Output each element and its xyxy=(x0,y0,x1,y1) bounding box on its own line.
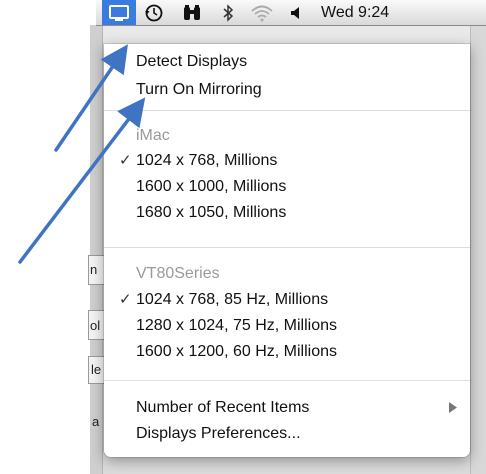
menu-separator xyxy=(104,380,470,381)
menu-separator xyxy=(104,110,470,111)
group-header-label: VT80Series xyxy=(136,265,220,282)
menu-item-resolution[interactable]: 1680 x 1050, Millions xyxy=(104,199,470,226)
menu-item-detect-displays[interactable]: Detect Displays xyxy=(104,48,470,75)
menu-item-label: 1024 x 768, 85 Hz, Millions xyxy=(136,291,329,308)
volume-icon xyxy=(291,6,299,19)
menu-item-label: Displays Preferences... xyxy=(136,425,301,442)
menu-item-label: Detect Displays xyxy=(136,53,248,70)
menubar-clock[interactable]: Wed 9:24 xyxy=(321,0,486,25)
menu-item-label: 1600 x 1000, Millions xyxy=(136,178,287,195)
bluetooth-menu-extra[interactable] xyxy=(218,0,238,25)
menu-item-label: Number of Recent Items xyxy=(136,399,310,416)
time-machine-icon xyxy=(145,4,163,21)
checkmark-icon: ✓ xyxy=(119,291,132,308)
menu-group-header-imac: iMac xyxy=(104,122,470,149)
wifi-icon xyxy=(251,5,273,21)
menu-separator xyxy=(104,247,470,248)
menu-item-resolution[interactable]: 1600 x 1200, 60 Hz, Millions xyxy=(104,338,470,365)
menu-item-number-of-recent-items[interactable]: Number of Recent Items xyxy=(104,394,470,421)
screenshot: n ol le a Wed 9:24 Detect Displays Turn … xyxy=(0,0,486,474)
display-menu-extra[interactable] xyxy=(102,0,136,25)
menu-group-header-vt80series: VT80Series xyxy=(104,260,470,287)
menu-item-resolution[interactable]: ✓ 1024 x 768, 85 Hz, Millions xyxy=(104,286,470,313)
bluetooth-icon xyxy=(223,3,234,22)
menu-item-turn-on-mirroring[interactable]: Turn On Mirroring xyxy=(104,76,470,103)
background-text: a xyxy=(92,414,100,429)
display-icon xyxy=(109,4,129,21)
menu-item-label: 1600 x 1200, 60 Hz, Millions xyxy=(136,343,337,360)
background-text: le xyxy=(91,362,102,377)
group-header-label: iMac xyxy=(136,127,170,144)
volume-menu-extra[interactable] xyxy=(286,0,306,25)
menu-bar: Wed 9:24 xyxy=(96,0,486,26)
background-window-edge xyxy=(90,25,103,474)
menu-item-label: 1680 x 1050, Millions xyxy=(136,204,287,221)
checkmark-icon: ✓ xyxy=(119,152,132,169)
menu-item-resolution[interactable]: 1280 x 1024, 75 Hz, Millions xyxy=(104,312,470,339)
menu-item-displays-preferences[interactable]: Displays Preferences... xyxy=(104,420,470,447)
menu-item-resolution[interactable]: ✓ 1024 x 768, Millions xyxy=(104,147,470,174)
displays-dropdown-menu: Detect Displays Turn On Mirroring iMac ✓… xyxy=(104,44,470,457)
background-window-right-edge xyxy=(470,25,486,474)
menu-item-resolution[interactable]: 1600 x 1000, Millions xyxy=(104,173,470,200)
menu-item-label: Turn On Mirroring xyxy=(136,81,262,98)
menu-item-label: 1024 x 768, Millions xyxy=(136,152,278,169)
spotlight-menu-extra[interactable] xyxy=(180,0,204,25)
background-text: ol xyxy=(90,318,101,333)
background-text: n xyxy=(90,262,98,277)
spotlight-binoculars-icon xyxy=(184,4,200,20)
menu-item-label: 1280 x 1024, 75 Hz, Millions xyxy=(136,317,337,334)
time-machine-menu-extra[interactable] xyxy=(142,0,166,25)
wifi-menu-extra[interactable] xyxy=(248,0,276,25)
submenu-arrow-icon xyxy=(449,402,457,413)
